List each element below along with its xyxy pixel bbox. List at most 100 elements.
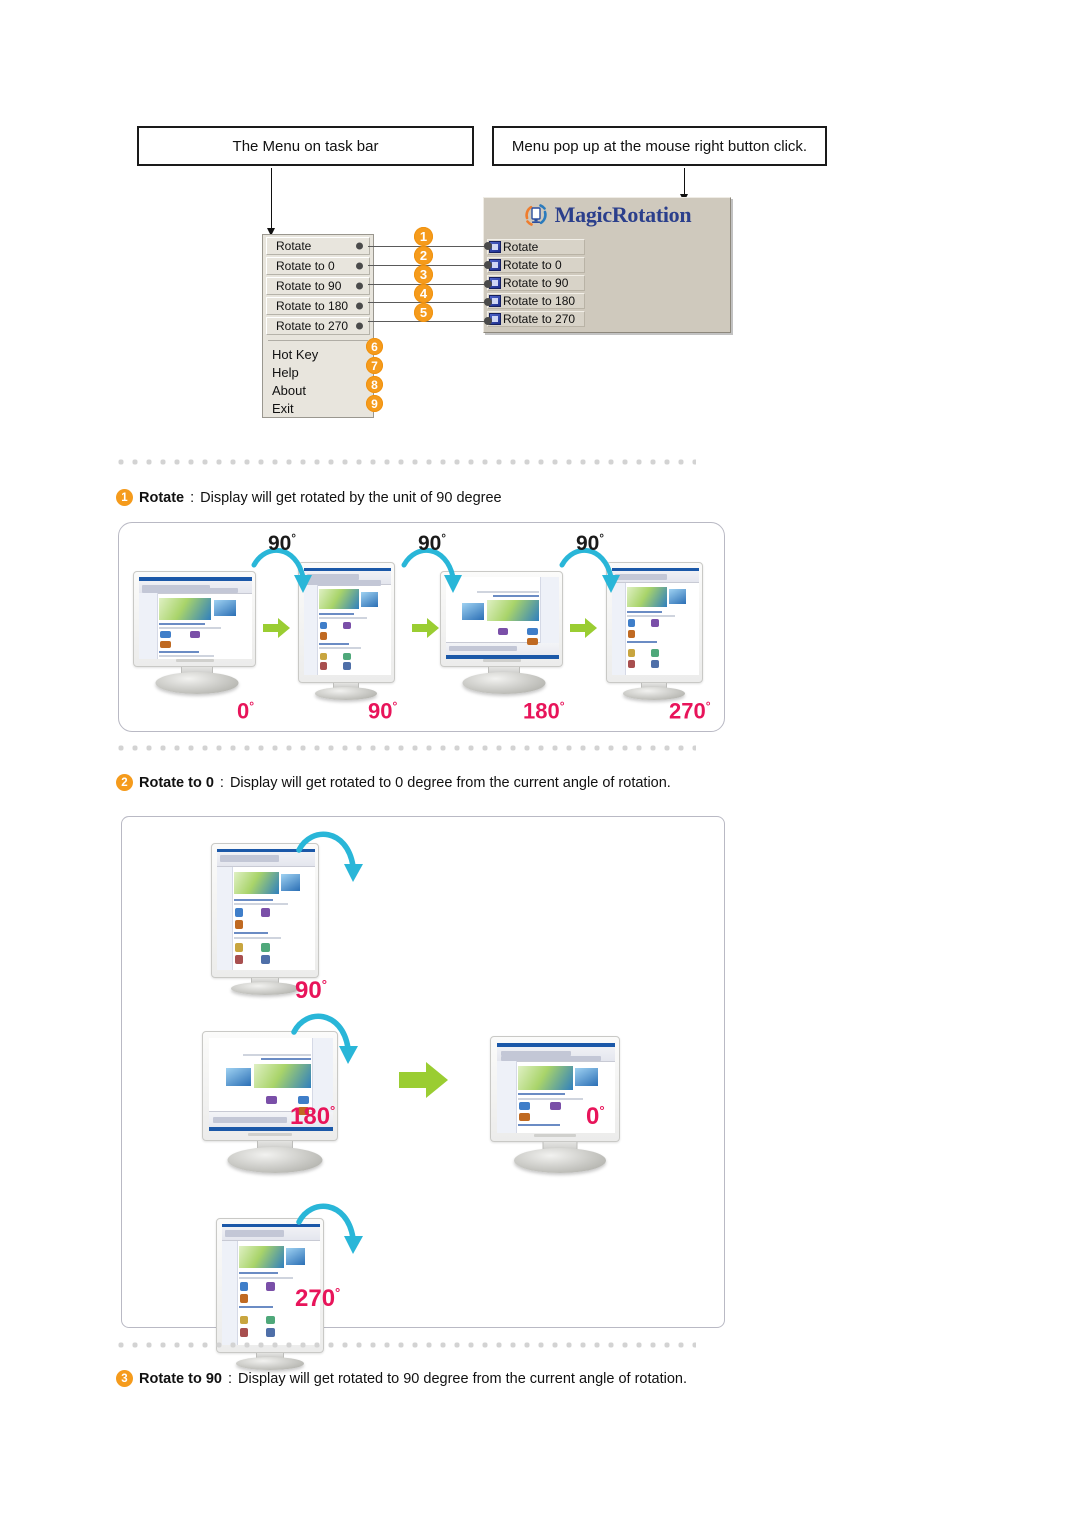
task-menu-item-rotate-to-270[interactable]: Rotate to 270 — [266, 317, 370, 335]
figure-1-step-label-2: 90° — [418, 533, 446, 554]
bullet-icon — [356, 242, 363, 250]
connector-dot-4 — [484, 298, 492, 306]
degree-symbol: ° — [599, 533, 604, 545]
angle-value: 270 — [669, 698, 706, 724]
angle-value: 0 — [237, 698, 250, 724]
task-menu-item-label: Rotate to 180 — [276, 299, 349, 313]
callout-popup-arrow-line — [684, 168, 685, 196]
section-text: Display will get rotated to 90 degree fr… — [238, 1370, 687, 1387]
degree-symbol: ° — [441, 533, 446, 545]
popup-menu-item-rotate-to-0[interactable]: Rotate to 0 — [487, 257, 585, 273]
section-caption-3: 3 Rotate to 90 : Display will get rotate… — [116, 1370, 687, 1387]
callout-popup: Menu pop up at the mouse right button cl… — [492, 126, 827, 166]
task-menu-item-label: Rotate to 0 — [276, 259, 335, 273]
task-menu-item-label: Rotate to 90 — [276, 279, 342, 293]
dotted-rule-3 — [118, 1342, 696, 1348]
connector-line-4 — [368, 302, 490, 303]
section-text: Display will get rotated by the unit of … — [200, 489, 502, 506]
task-bar-menu: Rotate Rotate to 0 Rotate to 90 Rotate t… — [262, 234, 374, 418]
degree-symbol: ° — [335, 1285, 341, 1300]
figure-2-rotate-arc-1 — [296, 831, 363, 882]
figure-2-angle-270: 270° — [295, 1286, 340, 1311]
step-value: 90 — [576, 532, 600, 555]
figure-2-angle-90: 90° — [295, 978, 327, 1003]
badge-6: 6 — [366, 338, 383, 355]
connector-dot-1 — [484, 242, 492, 250]
section-separator: : — [228, 1370, 233, 1387]
popup-menu-item-label: Rotate — [503, 240, 539, 254]
task-menu-item-label: Rotate — [276, 239, 312, 253]
badge-9: 9 — [366, 395, 383, 412]
green-arrow-1 — [263, 618, 290, 638]
task-menu-item-label: Rotate to 270 — [276, 319, 349, 333]
task-menu-item-help[interactable]: Help — [263, 363, 373, 381]
task-menu-separator — [268, 340, 368, 341]
popup-menu-item-label: Rotate to 270 — [503, 312, 576, 326]
figure-1-monitor-0 — [133, 571, 260, 694]
bullet-icon — [356, 322, 363, 330]
popup-menu-item-rotate-to-180[interactable]: Rotate to 180 — [487, 293, 585, 309]
degree-symbol: ° — [559, 699, 565, 713]
callout-task-bar: The Menu on task bar — [137, 126, 474, 166]
popup-menu-item-rotate[interactable]: Rotate — [487, 239, 585, 255]
section-number: 1 — [116, 489, 133, 506]
section-caption-1: 1 Rotate : Display will get rotated by t… — [116, 489, 502, 506]
figure-1-step-label-1: 90° — [268, 533, 296, 554]
step-value: 90 — [268, 532, 292, 555]
bullet-icon — [356, 282, 363, 290]
angle-value: 180 — [523, 698, 560, 724]
badge-label: 1 — [419, 229, 428, 244]
popup-menu-item-label: Rotate to 90 — [503, 276, 569, 290]
badge-label: 7 — [371, 358, 378, 373]
degree-symbol: ° — [705, 699, 711, 713]
badge-label: 8 — [371, 377, 378, 392]
task-menu-item-rotate-to-180[interactable]: Rotate to 180 — [266, 297, 370, 315]
task-menu-item-label: Exit — [272, 400, 294, 416]
figure-1-angle-180: 180° — [523, 700, 565, 722]
callout-task-bar-arrow-line — [271, 168, 272, 230]
magicrotation-logo-icon — [523, 202, 549, 228]
section-term: Rotate — [139, 489, 185, 506]
popup-menu-item-label: Rotate to 180 — [503, 294, 576, 308]
degree-symbol: ° — [599, 1103, 605, 1118]
angle-value: 90 — [295, 977, 322, 1004]
callout-task-bar-label: The Menu on task bar — [232, 137, 379, 155]
bullet-icon — [356, 302, 363, 310]
section-caption-2: 2 Rotate to 0 : Display will get rotated… — [116, 774, 671, 791]
badge-8: 8 — [366, 376, 383, 393]
angle-value: 180 — [290, 1103, 331, 1130]
figure-2-angle-180: 180° — [290, 1104, 335, 1129]
figure-2-rotate-arc-3 — [296, 1203, 363, 1254]
angle-value: 270 — [295, 1285, 336, 1312]
badge-2: 2 — [414, 246, 433, 265]
connector-dot-3 — [484, 280, 492, 288]
task-menu-item-rotate[interactable]: Rotate — [266, 237, 370, 255]
task-menu-item-label: Help — [272, 364, 299, 380]
figure-2-angle-0: 0° — [586, 1104, 605, 1129]
task-menu-item-about[interactable]: About — [263, 381, 373, 399]
section-number: 3 — [116, 1370, 133, 1387]
section-term: Rotate to 90 — [139, 1370, 222, 1387]
task-menu-item-exit[interactable]: Exit — [263, 399, 373, 417]
popup-menu-item-rotate-to-270[interactable]: Rotate to 270 — [487, 311, 585, 327]
badge-5: 5 — [414, 303, 433, 322]
task-menu-item-rotate-to-0[interactable]: Rotate to 0 — [266, 257, 370, 275]
screen-content — [139, 577, 252, 659]
badge-label: 3 — [419, 267, 428, 282]
figure-1-angle-0: 0° — [237, 700, 254, 722]
degree-symbol: ° — [330, 1103, 336, 1118]
section-separator: : — [190, 489, 195, 506]
figure-2-rotate-arc-2 — [291, 1013, 358, 1064]
magicrotation-wordmark: MagicRotation — [554, 202, 692, 227]
popup-menu-item-label: Rotate to 0 — [503, 258, 562, 272]
popup-menu-item-rotate-to-90[interactable]: Rotate to 90 — [487, 275, 585, 291]
dotted-rule-1 — [118, 459, 696, 465]
step-value: 90 — [418, 532, 442, 555]
task-menu-item-hot-key[interactable]: Hot Key — [263, 345, 373, 363]
degree-symbol: ° — [321, 977, 327, 992]
figure-2-monitor-0 — [490, 1036, 630, 1176]
section-text: Display will get rotated to 0 degree fro… — [229, 774, 671, 791]
connector-dot-5 — [484, 317, 492, 325]
angle-value: 0 — [586, 1103, 600, 1130]
task-menu-item-rotate-to-90[interactable]: Rotate to 90 — [266, 277, 370, 295]
